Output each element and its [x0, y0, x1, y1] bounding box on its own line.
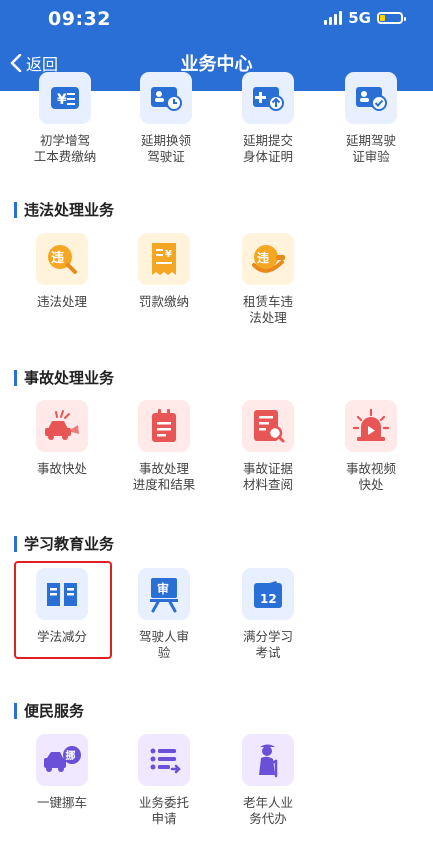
calendar-12-icon: 12 — [242, 568, 294, 620]
grid-item-accident-quick[interactable]: 事故快处 — [12, 400, 112, 477]
section-title-text: 违法处理业务 — [24, 201, 115, 219]
grid-item-violation[interactable]: 违 违法处理 — [12, 233, 112, 310]
renew-license-clock-icon — [140, 72, 192, 124]
grid-item-license-check[interactable]: 延期驾驶 证审验 — [321, 72, 421, 165]
grid-item-label: 事故快处 — [36, 461, 87, 476]
section-accent-bar — [14, 535, 17, 552]
svg-text:挪: 挪 — [66, 749, 76, 762]
rental-violation-icon: 违 — [242, 233, 294, 285]
section-title-text: 便民服务 — [24, 702, 85, 720]
grid-item-label: 延期换领 驾驶证 — [140, 133, 191, 164]
grid-item-label: 一键挪车 — [36, 795, 87, 810]
siren-video-icon — [345, 400, 397, 452]
grid-item-label: 初学增驾 工本费缴纳 — [33, 133, 97, 164]
grid-item-rental-violation[interactable]: 违 租赁车违 法处理 — [218, 233, 318, 326]
grid-item-label: 租赁车违 法处理 — [242, 294, 293, 325]
clipboard-progress-icon — [138, 400, 190, 452]
grid-item-elderly[interactable]: 老年人业 务代办 — [218, 734, 318, 827]
grid-item-label: 延期驾驶 证审验 — [345, 133, 396, 164]
grid-item-delegate[interactable]: 业务委托 申请 — [114, 734, 214, 827]
section-accent-bar — [14, 369, 17, 386]
grid-item-fine[interactable]: ¥ 罚款缴纳 — [114, 233, 214, 310]
grid-item-accident-progress[interactable]: 事故处理 进度和结果 — [114, 400, 214, 493]
grid-item-label: 事故处理 进度和结果 — [132, 461, 196, 492]
grid-item-accident-video[interactable]: 事故视频 快处 — [321, 400, 421, 493]
status-time: 09:32 — [48, 8, 111, 30]
svg-text:¥: ¥ — [57, 92, 67, 108]
grid-item-label: 驾驶人审验 — [138, 629, 189, 660]
section-title-accident: 事故处理业务 — [14, 367, 114, 388]
fine-receipt-icon: ¥ — [138, 233, 190, 285]
grid-item-renew-license[interactable]: 延期换领 驾驶证 — [116, 72, 216, 165]
section-title-convenience: 便民服务 — [14, 700, 84, 721]
svg-text:¥: ¥ — [165, 249, 172, 260]
payment-yen-icon: ¥ — [39, 72, 91, 124]
medical-upload-icon — [242, 72, 294, 124]
grid-item-label: 事故视频 快处 — [345, 461, 396, 492]
signal-icon — [324, 11, 343, 25]
grid-item-label: 业务委托 申请 — [138, 795, 189, 826]
move-truck-icon: 挪 — [36, 734, 88, 786]
svg-text:12: 12 — [260, 592, 277, 606]
license-check-icon — [345, 72, 397, 124]
grid-item-label: 老年人业 务代办 — [242, 795, 293, 826]
status-indicators: 5G — [324, 9, 406, 27]
grid-item-driver-review[interactable]: 审 驾驶人审验 — [114, 568, 214, 661]
document-search-icon — [242, 400, 294, 452]
section-accent-bar — [14, 702, 17, 719]
grid-item-label: 罚款缴纳 — [138, 294, 189, 309]
review-board-icon: 审 — [138, 568, 190, 620]
battery-icon — [377, 12, 406, 24]
section-title-text: 学习教育业务 — [24, 535, 115, 553]
svg-text:审: 审 — [157, 581, 169, 596]
violation-search-icon: 违 — [36, 233, 88, 285]
section-title-violation: 违法处理业务 — [14, 199, 114, 220]
grid-item-accident-evidence[interactable]: 事故证据 材料查阅 — [218, 400, 318, 493]
elderly-icon — [242, 734, 294, 786]
section-title-text: 事故处理业务 — [24, 369, 115, 387]
grid-item-move-car[interactable]: 挪 一键挪车 — [12, 734, 112, 811]
selection-highlight — [14, 561, 112, 659]
delegate-list-icon — [138, 734, 190, 786]
network-type: 5G — [348, 9, 371, 27]
svg-text:违: 违 — [51, 250, 64, 266]
svg-text:违: 违 — [257, 250, 269, 265]
section-accent-bar — [14, 201, 17, 218]
grid-item-label: 违法处理 — [36, 294, 87, 309]
grid-item-label: 满分学习 考试 — [242, 629, 293, 660]
grid-item-payment[interactable]: ¥ 初学增驾 工本费缴纳 — [15, 72, 115, 165]
grid-item-medical[interactable]: 延期提交 身体证明 — [218, 72, 318, 165]
grid-item-label: 延期提交 身体证明 — [242, 133, 293, 164]
grid-item-full-score-exam[interactable]: 12 满分学习 考试 — [218, 568, 318, 661]
accident-car-icon — [36, 400, 88, 452]
grid-item-label: 事故证据 材料查阅 — [242, 461, 293, 492]
section-title-education: 学习教育业务 — [14, 533, 114, 554]
